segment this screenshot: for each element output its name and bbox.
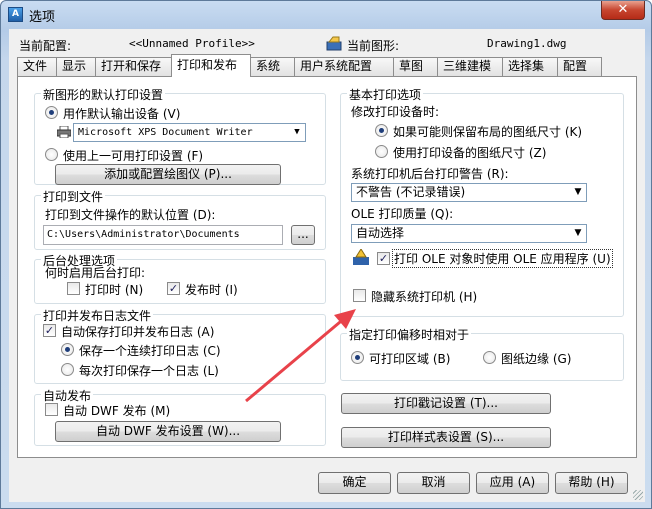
- plot-publish-panel: 新图形的默认打印设置 用作默认输出设备 (V) Microsoft XPS Do…: [17, 76, 637, 458]
- ole-plot-quality-value: 自动选择: [356, 226, 405, 240]
- plot-style-table-settings-button[interactable]: 打印样式表设置 (S)...: [341, 427, 551, 448]
- use-default-device-radio[interactable]: [45, 106, 58, 119]
- title-bar[interactable]: A 选项 ✕: [1, 1, 651, 27]
- ok-button[interactable]: 确定: [318, 472, 391, 494]
- hide-system-printers-label: 隐藏系统打印机 (H): [371, 290, 478, 304]
- annotation-arrow: [245, 309, 356, 403]
- auto-dwf-publish-settings-button[interactable]: 自动 DWF 发布设置 (W)...: [55, 421, 281, 442]
- auto-save-log-checkbox[interactable]: ✓: [43, 324, 56, 337]
- general-plot-options-group: 基本打印选项 修改打印设备时: 如果可能则保留布局的图纸尺寸 (K) 使用打印设…: [340, 86, 624, 317]
- cancel-button[interactable]: 取消: [397, 472, 470, 494]
- spool-alerts-select[interactable]: 不警告 (不记录错误) ▼: [351, 183, 587, 202]
- add-configure-plotters-button[interactable]: 添加或配置绘图仪 (P)...: [55, 164, 281, 185]
- keep-layout-paper-size-label: 如果可能则保留布局的图纸尺寸 (K): [393, 125, 583, 139]
- group-title: 基本打印选项: [347, 86, 424, 103]
- use-device-paper-size-label: 使用打印设备的图纸尺寸 (Z): [393, 146, 547, 160]
- apply-button[interactable]: 应用 (A): [476, 472, 549, 494]
- ole-warning-icon: [353, 249, 369, 265]
- drawing-icon: [326, 36, 342, 51]
- dialog-client-area: 当前配置: <<Unnamed Profile>> 当前图形: Drawing1…: [9, 29, 645, 502]
- current-drawing-value: Drawing1.dwg: [487, 37, 567, 50]
- tab-user-preferences[interactable]: 用户系统配置: [294, 57, 394, 76]
- group-title: 新图形的默认打印设置: [41, 86, 166, 103]
- plot-to-file-group: 打印到文件 打印到文件操作的默认位置 (D): C:\Users\Adminis…: [34, 188, 326, 250]
- group-title: 打印到文件: [41, 188, 106, 205]
- chevron-down-icon: ▼: [574, 187, 582, 197]
- autocad-app-icon: A: [8, 7, 23, 22]
- tab-display[interactable]: 显示: [56, 57, 96, 76]
- tab-open-save[interactable]: 打开和保存: [95, 57, 172, 76]
- continuous-log-label: 保存一个连续打印日志 (C): [79, 344, 221, 358]
- browse-button[interactable]: ...: [291, 225, 315, 245]
- printer-icon: [57, 126, 71, 138]
- per-plot-log-radio[interactable]: [61, 363, 74, 376]
- when-changing-device-label: 修改打印设备时:: [351, 105, 440, 119]
- background-publishing-label: 发布时 (I): [185, 283, 238, 297]
- ole-plot-quality-label: OLE 打印质量 (Q):: [351, 207, 454, 221]
- current-profile-value: <<Unnamed Profile>>: [129, 37, 255, 50]
- use-last-plot-settings-radio[interactable]: [45, 148, 58, 161]
- use-ole-application-label: 打印 OLE 对象时使用 OLE 应用程序 (U): [392, 249, 613, 268]
- chevron-down-icon: ▼: [294, 127, 300, 137]
- use-ole-application-checkbox[interactable]: ✓: [377, 252, 390, 265]
- keep-layout-paper-size-radio[interactable]: [375, 124, 388, 137]
- resize-grip[interactable]: [633, 490, 643, 500]
- tab-selection[interactable]: 选择集: [502, 57, 558, 76]
- tab-profiles[interactable]: 配置: [557, 57, 602, 76]
- continuous-log-radio[interactable]: [61, 343, 74, 356]
- use-default-device-label: 用作默认输出设备 (V): [63, 107, 181, 121]
- spool-alerts-label: 系统打印机后台打印警告 (R):: [351, 167, 509, 181]
- tab-files[interactable]: 文件: [17, 57, 57, 76]
- background-plotting-checkbox[interactable]: [67, 282, 80, 295]
- plot-file-location-label: 打印到文件操作的默认位置 (D):: [45, 208, 216, 222]
- background-publishing-checkbox[interactable]: ✓: [167, 282, 180, 295]
- printable-area-label: 可打印区域 (B): [369, 352, 451, 366]
- auto-dwf-publish-checkbox[interactable]: [45, 403, 58, 416]
- plot-offset-group: 指定打印偏移时相对于 可打印区域 (B) 图纸边缘 (G): [340, 326, 624, 381]
- tab-drafting[interactable]: 草图: [393, 57, 438, 76]
- group-title: 打印并发布日志文件: [41, 307, 154, 324]
- edge-of-paper-label: 图纸边缘 (G): [501, 352, 572, 366]
- ole-plot-quality-select[interactable]: 自动选择 ▼: [351, 224, 587, 243]
- per-plot-log-label: 每次打印保存一个日志 (L): [79, 364, 219, 378]
- chevron-down-icon: ▼: [574, 228, 582, 238]
- help-button[interactable]: 帮助 (H): [555, 472, 628, 494]
- auto-save-log-label: 自动保存打印并发布日志 (A): [61, 325, 215, 339]
- spool-alerts-value: 不警告 (不记录错误): [356, 185, 466, 199]
- tab-plot-publish[interactable]: 打印和发布: [171, 54, 251, 77]
- tab-system[interactable]: 系统: [250, 57, 295, 76]
- default-device-value: Microsoft XPS Document Writer: [78, 127, 253, 138]
- tab-3d-modeling[interactable]: 三维建模: [437, 57, 503, 76]
- auto-dwf-publish-label: 自动 DWF 发布 (M): [63, 404, 171, 418]
- use-last-plot-settings-label: 使用上一可用打印设置 (F): [63, 149, 204, 163]
- window-title: 选项: [29, 10, 56, 25]
- options-dialog: A 选项 ✕ 当前配置: <<Unnamed Profile>> 当前图形: D…: [0, 0, 652, 509]
- plot-file-location-input[interactable]: C:\Users\Administrator\Documents: [43, 225, 283, 245]
- background-enable-label: 何时启用后台打印:: [45, 266, 146, 280]
- current-drawing-label: 当前图形:: [347, 39, 400, 53]
- close-button[interactable]: ✕: [601, 1, 645, 20]
- edge-of-paper-radio[interactable]: [483, 351, 496, 364]
- default-device-select[interactable]: Microsoft XPS Document Writer ▼: [73, 123, 306, 142]
- default-plot-settings-group: 新图形的默认打印设置 用作默认输出设备 (V) Microsoft XPS Do…: [34, 86, 326, 185]
- use-device-paper-size-radio[interactable]: [375, 145, 388, 158]
- plot-stamp-settings-button[interactable]: 打印戳记设置 (T)...: [341, 393, 551, 414]
- current-profile-label: 当前配置:: [19, 39, 72, 53]
- background-plotting-label: 打印时 (N): [85, 283, 144, 297]
